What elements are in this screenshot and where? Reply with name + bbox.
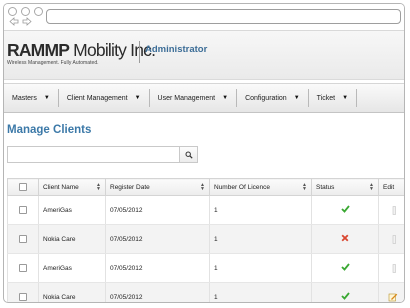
table-row: AmeriGas 07/05/2012 1 [7, 253, 404, 283]
table-row: Nokia Care 07/05/2012 1 [7, 224, 404, 254]
status-cell [311, 253, 379, 283]
client-name-cell: Nokia Care [38, 282, 106, 302]
row-select-cell [7, 253, 39, 283]
forward-arrow-icon[interactable] [22, 17, 32, 26]
caret-down-icon: ▼ [43, 95, 50, 101]
edit-cell [378, 282, 404, 302]
browser-chrome [4, 4, 404, 31]
window-controls [8, 7, 43, 16]
edit-icon[interactable] [390, 205, 396, 215]
client-name-cell: Nokia Care [38, 224, 106, 254]
row-checkbox[interactable] [19, 235, 27, 243]
register-date-cell: 07/05/2012 [105, 253, 210, 283]
row-checkbox[interactable] [19, 206, 27, 214]
status-cell [311, 195, 379, 225]
row-checkbox[interactable] [19, 293, 27, 301]
cross-icon[interactable] [341, 234, 349, 242]
check-icon[interactable] [340, 205, 350, 213]
sort-icon: ▲ ▼ [302, 182, 307, 192]
caret-down-icon: ▼ [134, 95, 141, 101]
page-title: Manage Clients [7, 124, 92, 136]
check-icon[interactable] [340, 292, 350, 300]
status-cell [311, 224, 379, 254]
table-header-row: Client Name ▲ ▼ Register Date ▲ ▼ Number O… [7, 178, 404, 196]
column-header-register-date[interactable]: Register Date ▲ ▼ [105, 178, 210, 196]
edit-icon[interactable] [390, 234, 396, 244]
menu-user-management[interactable]: User Management ▼ [150, 89, 238, 107]
back-arrow-icon[interactable] [9, 17, 19, 26]
licence-count-cell: 1 [209, 195, 312, 225]
maximize-window-icon[interactable] [34, 7, 43, 16]
table-row: AmeriGas 07/05/2012 1 [7, 195, 404, 225]
row-checkbox[interactable] [19, 264, 27, 272]
register-date-cell: 07/05/2012 [105, 282, 210, 302]
search-icon [185, 151, 193, 159]
check-icon[interactable] [340, 263, 350, 271]
caret-down-icon: ▼ [222, 95, 229, 101]
logo-tagline: Wireless Management. Fully Automated. [7, 60, 99, 66]
edit-icon[interactable] [388, 293, 398, 302]
clients-table: Client Name ▲ ▼ Register Date ▲ ▼ Number O… [7, 178, 404, 302]
company-logo[interactable]: RAMMP Mobility Inc. Wireless Management.… [7, 40, 156, 66]
history-nav [9, 17, 32, 26]
main-menu: Masters ▼ Client Management ▼ User Managem… [4, 83, 404, 113]
edit-cell [378, 224, 404, 254]
logo-wordmark: RAMMP Mobility Inc. [7, 40, 156, 60]
search-input[interactable] [7, 146, 179, 163]
column-header-licence-count[interactable]: Number Of Licence ▲ ▼ [209, 178, 312, 196]
column-header-status[interactable]: Status ▲ ▼ [311, 178, 379, 196]
search-button[interactable] [179, 146, 198, 163]
sort-icon: ▲ ▼ [369, 182, 374, 192]
client-name-cell: AmeriGas [38, 195, 106, 225]
licence-count-cell: 1 [209, 282, 312, 302]
menu-ticket[interactable]: Ticket ▼ [309, 89, 358, 107]
minimize-window-icon[interactable] [21, 7, 30, 16]
select-all-header [7, 178, 39, 196]
menu-masters[interactable]: Masters ▼ [4, 89, 59, 107]
row-select-cell [7, 195, 39, 225]
menu-client-management[interactable]: Client Management ▼ [59, 89, 150, 107]
row-select-cell [7, 224, 39, 254]
browser-window: RAMMP Mobility Inc. Wireless Management.… [3, 3, 405, 303]
sort-icon: ▲ ▼ [200, 182, 205, 192]
select-all-checkbox[interactable] [19, 183, 27, 191]
user-role-label: Administrator [145, 44, 208, 55]
register-date-cell: 07/05/2012 [105, 224, 210, 254]
caret-down-icon: ▼ [342, 95, 349, 101]
address-bar[interactable] [46, 9, 401, 24]
menu-configuration[interactable]: Configuration ▼ [237, 89, 309, 107]
search-bar [7, 146, 198, 163]
table-row: Nokia Care 07/05/2012 1 [7, 282, 404, 302]
sort-icon: ▲ ▼ [96, 182, 101, 192]
header-divider [139, 41, 140, 63]
close-window-icon[interactable] [8, 7, 17, 16]
edit-icon[interactable] [390, 263, 396, 273]
column-header-client-name[interactable]: Client Name ▲ ▼ [38, 178, 106, 196]
app-header: RAMMP Mobility Inc. Wireless Management.… [4, 31, 404, 80]
register-date-cell: 07/05/2012 [105, 195, 210, 225]
status-cell [311, 282, 379, 302]
column-header-edit: Edit [378, 178, 404, 196]
edit-cell [378, 253, 404, 283]
edit-cell [378, 195, 404, 225]
caret-down-icon: ▼ [293, 95, 300, 101]
row-select-cell [7, 282, 39, 302]
licence-count-cell: 1 [209, 224, 312, 254]
client-name-cell: AmeriGas [38, 253, 106, 283]
licence-count-cell: 1 [209, 253, 312, 283]
